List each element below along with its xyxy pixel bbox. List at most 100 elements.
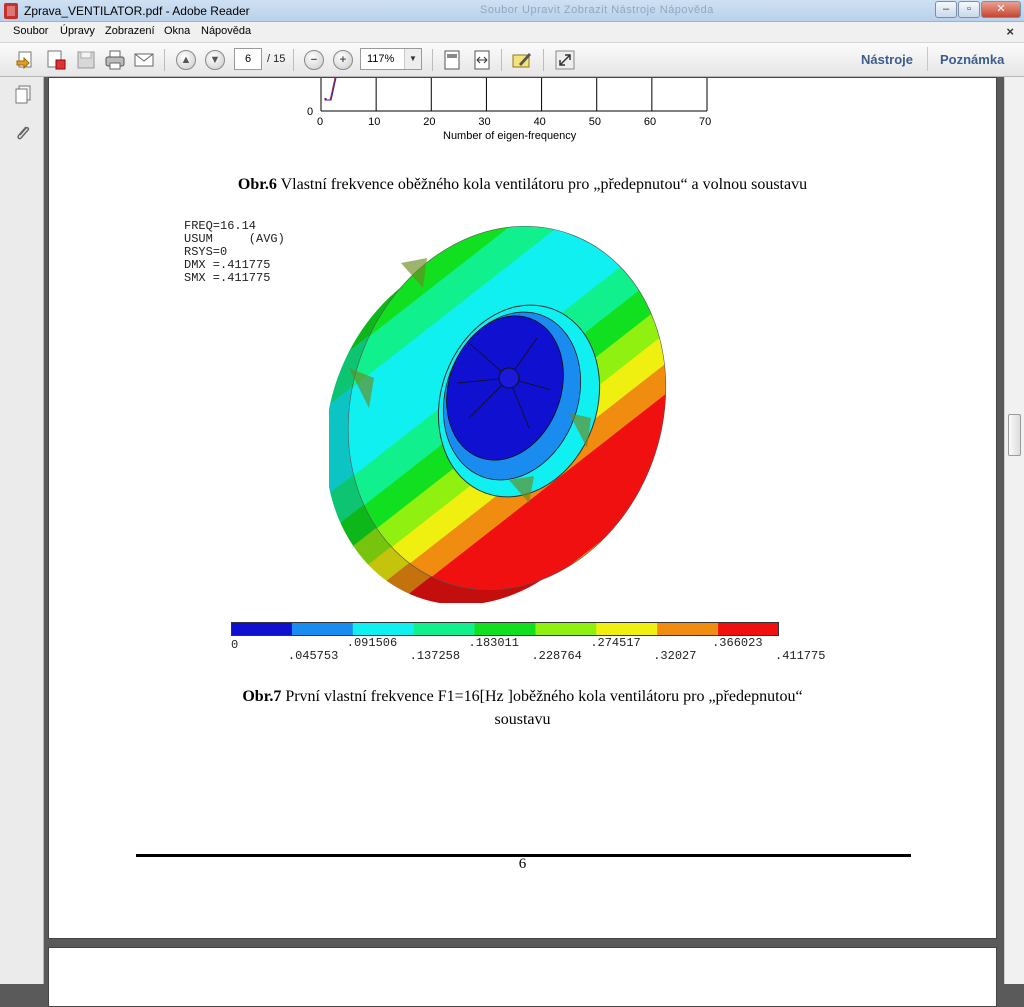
pdf-page: 0 0 10 20 30 40 50 60 70 Number of eigen-freque…: [48, 77, 997, 939]
page-count: / 15: [267, 53, 286, 65]
arrow-up-icon: ▲: [176, 50, 196, 70]
menu-upravy[interactable]: Úpravy: [60, 25, 95, 37]
ghost-menu-text: Soubor Upravit Zobrazit Nástroje Nápověd…: [480, 4, 714, 16]
print-button[interactable]: [103, 48, 127, 72]
zoom-in-button[interactable]: +: [331, 48, 355, 72]
fea-color-legend: [231, 622, 779, 636]
vertical-scrollbar[interactable]: [1004, 77, 1024, 984]
figure-7-label: Obr.7: [242, 688, 282, 705]
legend-label-top: .274517: [590, 636, 641, 650]
legend-label-bottom: .32027: [653, 649, 697, 663]
pen-sign-icon: [512, 53, 531, 68]
legend-label-top: .091506: [346, 636, 398, 650]
fullscreen-button[interactable]: [553, 48, 577, 72]
figure-6-caption: Obr.6 Vlastní frekvence oběžného kola ve…: [49, 176, 996, 194]
legend-label-top: .183011: [468, 636, 519, 650]
pdf-file-icon: [4, 3, 18, 19]
window-titlebar: Zprava_VENTILATOR.pdf - Adobe Reader Sou…: [0, 0, 1024, 22]
legend-swatch: [231, 622, 293, 636]
paperclip-icon[interactable]: [14, 123, 32, 143]
tools-link[interactable]: Nástroje: [861, 52, 913, 67]
toolbar-separator: [543, 49, 544, 71]
menu-napoveda[interactable]: Nápověda: [201, 25, 251, 37]
maximize-button[interactable]: ▫: [958, 1, 980, 18]
legend-swatch: [352, 622, 415, 636]
menu-soubor[interactable]: Soubor: [13, 25, 48, 37]
previous-page-button[interactable]: ▲: [174, 48, 198, 72]
menu-bar: Soubor Úpravy Zobrazení Okna Nápověda ×: [0, 22, 1024, 43]
envelope-icon: [134, 53, 154, 67]
zoom-out-button[interactable]: −: [302, 48, 326, 72]
email-button[interactable]: [132, 48, 156, 72]
fit-page-button[interactable]: [440, 48, 464, 72]
plot-x-tick-30: 30: [478, 116, 491, 128]
legend-swatch: [474, 622, 536, 636]
zoom-value: 117%: [367, 53, 395, 65]
close-button[interactable]: ✕: [981, 1, 1021, 18]
fan-impeller-fea-image: [329, 218, 669, 603]
plot-tick-marks: [375, 78, 653, 111]
figure-6-text: Vlastní frekvence oběžného kola ventilát…: [276, 176, 808, 193]
plus-icon: +: [333, 50, 353, 70]
legend-label-top: 0: [231, 638, 239, 652]
plot-x-tick-60: 60: [643, 116, 657, 128]
legend-swatch: [413, 622, 476, 636]
figure-7-text: První vlastní frekvence F1=16[Hz ]oběžné…: [281, 688, 803, 705]
toolbar-separator: [293, 49, 294, 71]
toolbar-separator: [927, 47, 928, 71]
next-pdf-page: [48, 947, 997, 1007]
chevron-down-icon[interactable]: ▼: [404, 49, 421, 69]
legend-label-bottom: .228764: [531, 649, 582, 663]
legend-swatch: [657, 622, 719, 636]
plot-x-tick-70: 70: [699, 116, 712, 128]
page-number-input[interactable]: 6: [234, 48, 262, 70]
fea-smx: SMX =.411775: [184, 271, 271, 285]
menu-zobrazeni[interactable]: Zobrazení: [105, 25, 155, 37]
create-pdf-icon: [47, 50, 66, 70]
printer-icon: [105, 50, 125, 70]
create-pdf-button[interactable]: [44, 48, 68, 72]
figure-6-label: Obr.6: [237, 176, 277, 193]
sign-button[interactable]: [510, 48, 534, 72]
next-page-button[interactable]: ▼: [203, 48, 227, 72]
figure-7-caption: Obr.7 První vlastní frekvence F1=16[Hz ]…: [49, 688, 996, 706]
plot-x-tick-20: 20: [423, 116, 436, 128]
comment-link[interactable]: Poznámka: [940, 52, 1004, 67]
figure-7-caption-line2: soustavu: [494, 711, 551, 728]
footer-page-number: 6: [518, 856, 527, 872]
navigation-panel: [0, 77, 44, 984]
legend-swatch: [535, 622, 597, 636]
fit-width-button[interactable]: [470, 48, 494, 72]
legend-swatch: [718, 622, 779, 636]
arrow-down-icon: ▼: [205, 50, 225, 70]
save-button[interactable]: [74, 48, 98, 72]
legend-swatch: [596, 622, 658, 636]
document-area: 0 0 10 20 30 40 50 60 70 Number of eigen-freque…: [44, 77, 1002, 1007]
fea-stats-block: FREQ=16.14 USUM (AVG) RSYS=0 DMX =.41177…: [184, 220, 285, 285]
plot-x-tick-40: 40: [533, 116, 546, 128]
legend-label-bottom: .045753: [287, 649, 339, 663]
plot-y-tick-0: 0: [307, 106, 314, 118]
toolbar-separator: [432, 49, 433, 71]
scrollbar-thumb[interactable]: [1008, 414, 1021, 456]
minimize-button[interactable]: –: [935, 1, 957, 18]
open-file-icon: [16, 51, 32, 70]
open-file-button[interactable]: [14, 48, 38, 72]
toolbar-separator: [164, 49, 165, 71]
plot-x-tick-10: 10: [368, 116, 381, 128]
pages-icon[interactable]: [14, 85, 32, 105]
legend-label-bottom: .411775: [775, 649, 826, 663]
legend-label-top: .366023: [712, 636, 763, 650]
legend-swatches: [231, 622, 779, 636]
menu-okna[interactable]: Okna: [164, 25, 190, 37]
save-icon: [77, 51, 95, 69]
zoom-select[interactable]: 117% ▼: [360, 48, 422, 70]
minus-icon: −: [304, 50, 324, 70]
fit-width-icon: [474, 50, 490, 70]
legend-label-bottom: .137258: [409, 649, 461, 663]
plot-x-tick-0: 0: [317, 116, 324, 128]
window-title: Zprava_VENTILATOR.pdf - Adobe Reader: [24, 4, 250, 18]
expand-icon: [555, 50, 575, 70]
plot-x-label: Number of eigen-frequency: [443, 130, 577, 142]
document-close-icon[interactable]: ×: [1006, 24, 1014, 39]
